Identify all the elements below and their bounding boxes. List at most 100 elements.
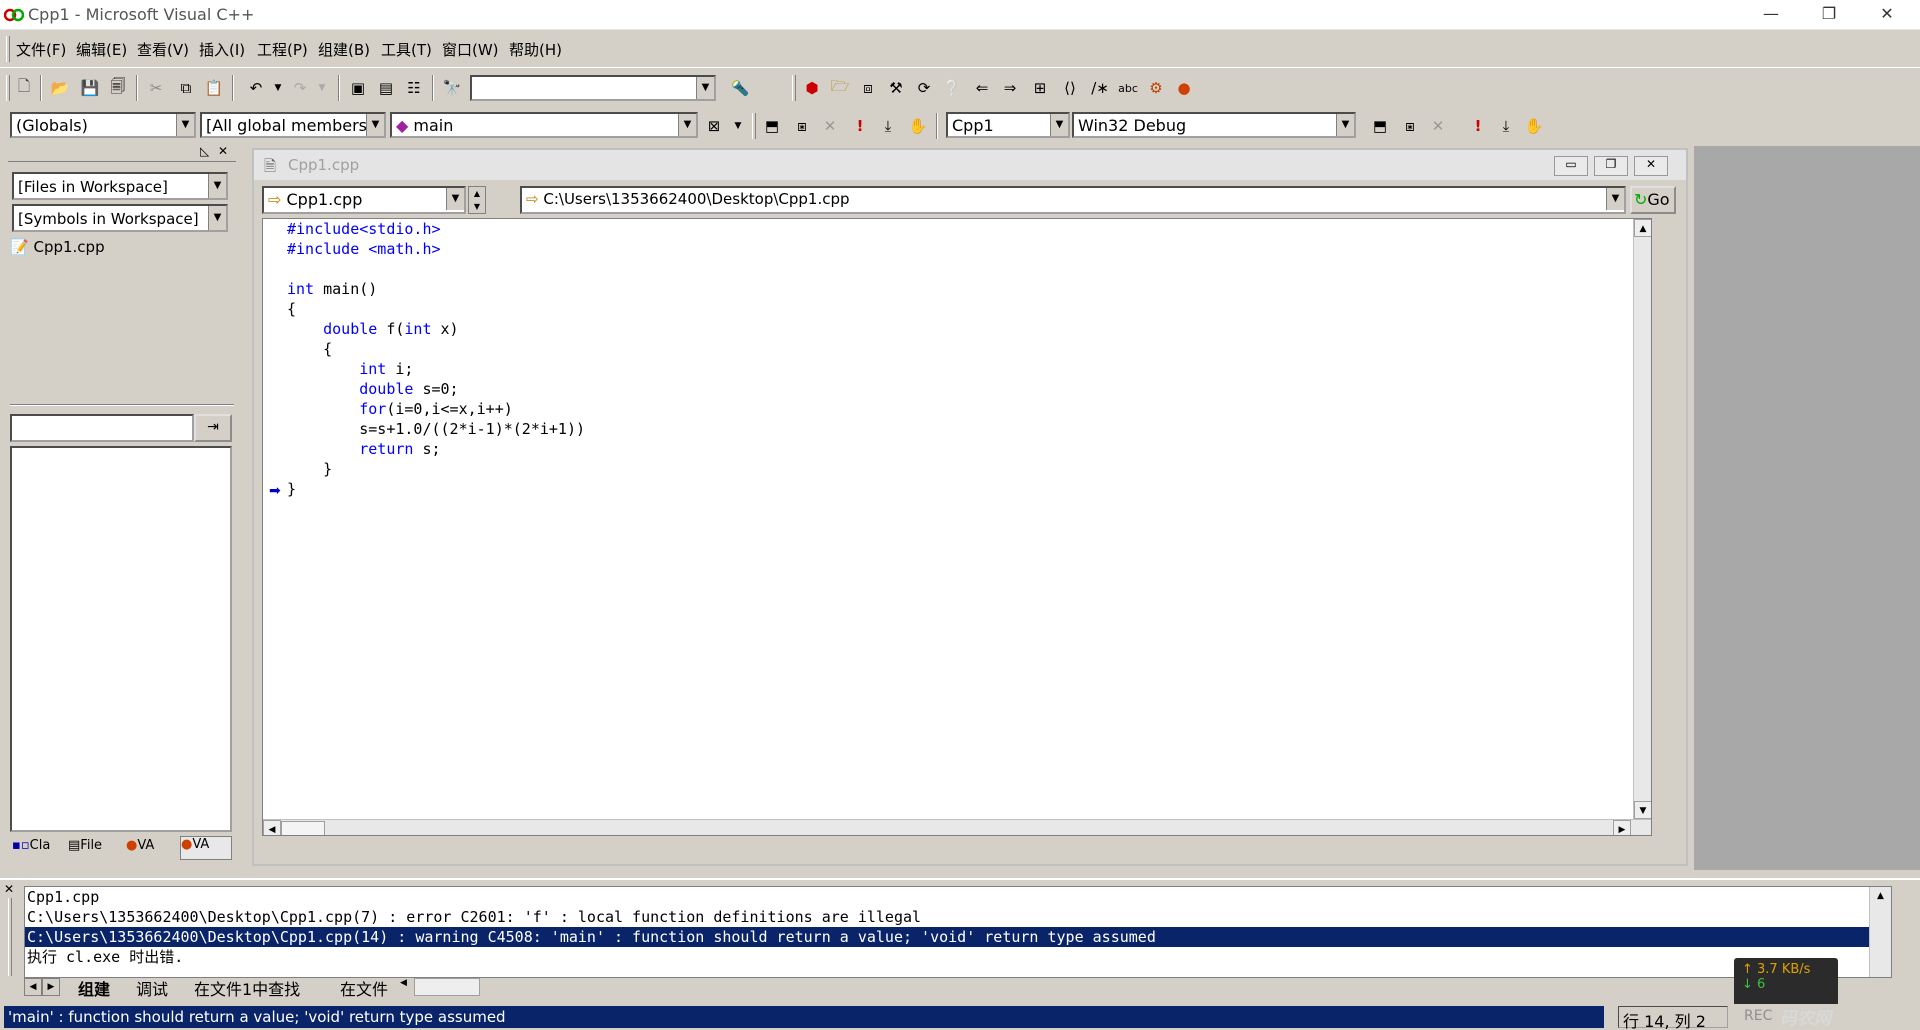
files-combo[interactable]: [Files in Workspace] ▼	[12, 172, 228, 200]
tab-scrollbar[interactable]	[414, 978, 480, 996]
go-debug-icon-2[interactable]: ⤓	[1494, 114, 1518, 138]
class-wizard-icon[interactable]: ⧈	[856, 76, 880, 100]
window-list-icon[interactable]: ☷	[402, 76, 426, 100]
go-button[interactable]: ↻Go	[1630, 186, 1676, 214]
horizontal-scrollbar[interactable]: ◀ ▶	[263, 819, 1651, 835]
tab-find-in-files-2[interactable]: 在文件	[340, 976, 388, 1000]
chevron-down-icon[interactable]: ▼	[446, 188, 464, 210]
scroll-thumb[interactable]	[281, 821, 325, 835]
chevron-down-icon[interactable]: ▼	[366, 114, 384, 136]
path-combo[interactable]: ⇨ C:\Users\1353662400\Desktop\Cpp1.cpp ▼	[520, 186, 1626, 214]
tab-scroll-right-icon[interactable]: ▶	[42, 978, 60, 996]
tab-build[interactable]: 组建	[78, 976, 110, 1000]
chevron-down-icon[interactable]: ▼	[1606, 188, 1624, 210]
find-combo[interactable]: ▼	[470, 75, 716, 101]
menu-view[interactable]: 查看(V)	[137, 39, 189, 60]
close-icon[interactable]: ✕	[4, 882, 14, 896]
filter-combo[interactable]: [All global members ▼	[200, 112, 386, 138]
menu-build[interactable]: 组建(B)	[318, 39, 370, 60]
file-nav-combo[interactable]: ⇨ Cpp1.cpp ▼	[262, 186, 466, 214]
menu-file[interactable]: 文件(F)	[16, 39, 66, 60]
open-bracket-icon[interactable]: ⟨⟩	[1058, 76, 1082, 100]
editor-minimize-button[interactable]: ▭	[1554, 156, 1588, 176]
tab-debug[interactable]: 调试	[136, 976, 168, 1000]
tab-scroll-left-icon[interactable]: ◀	[24, 978, 42, 996]
new-file-icon[interactable]: 🗋	[12, 76, 36, 100]
close-button[interactable]: ✕	[1858, 0, 1916, 30]
browse-icon[interactable]: ⊞	[1028, 76, 1052, 100]
va-search-input[interactable]	[10, 414, 194, 442]
chevron-down-icon[interactable]: ▼	[696, 77, 714, 99]
save-all-icon[interactable]: 🗐	[106, 76, 130, 100]
output-vertical-scrollbar[interactable]: ▲	[1869, 887, 1891, 977]
spell-check-icon[interactable]: abc	[1116, 76, 1140, 100]
compile-icon-2[interactable]: ⬒	[1368, 114, 1392, 138]
wizard-action-icon[interactable]: ⊠	[702, 114, 726, 138]
resize-icon[interactable]: ◺	[200, 144, 209, 158]
open-workspace-icon[interactable]: 🗁	[828, 76, 852, 100]
editor-maximize-button[interactable]: ❐	[1594, 156, 1628, 176]
output-text[interactable]: Cpp1.cpp C:\Users\1353662400\Desktop\Cpp…	[24, 886, 1892, 978]
find-in-files-icon[interactable]: 🔭	[440, 76, 464, 100]
forward-arrow-icon[interactable]: ⇒	[998, 76, 1022, 100]
wizard-bar-icon[interactable]: ⬢	[800, 76, 824, 100]
find-icon[interactable]: 🔦	[728, 76, 752, 100]
execute-icon[interactable]: !	[848, 114, 872, 138]
chevron-down-icon[interactable]: ▼	[1050, 114, 1068, 136]
menu-help[interactable]: 帮助(H)	[509, 39, 562, 60]
project-combo[interactable]: Cpp1 ▼	[946, 112, 1070, 138]
tab-va-outline[interactable]: ●VA	[126, 838, 180, 860]
go-debug-icon[interactable]: ⤓	[876, 114, 900, 138]
menu-tools[interactable]: 工具(T)	[381, 39, 432, 60]
copy-icon[interactable]: ⧉	[174, 76, 198, 100]
output-window-icon[interactable]: ▤	[374, 76, 398, 100]
chevron-down-icon[interactable]: ▼	[208, 206, 226, 230]
build-icon[interactable]: ⧆	[790, 114, 814, 138]
scroll-down-icon[interactable]: ▼	[1634, 801, 1651, 819]
menu-edit[interactable]: 编辑(E)	[76, 39, 127, 60]
close-icon[interactable]: ✕	[218, 144, 228, 158]
chevron-down-icon[interactable]: ▼	[678, 114, 696, 136]
wizard-dropdown-icon[interactable]: ▼	[726, 114, 750, 138]
undo-icon[interactable]: ↶	[244, 76, 268, 100]
redo-icon[interactable]: ↷	[288, 76, 312, 100]
chevron-down-icon[interactable]: ▼	[176, 114, 194, 136]
tab-va-view[interactable]: ●VA	[180, 836, 232, 860]
build-icon-2[interactable]: ⧆	[1398, 114, 1422, 138]
menu-insert[interactable]: 插入(I)	[199, 39, 245, 60]
config-combo[interactable]: Win32 Debug ▼	[1072, 112, 1356, 138]
execute-icon-2[interactable]: !	[1466, 114, 1490, 138]
scroll-right-icon[interactable]: ▶	[1613, 820, 1631, 835]
options-icon[interactable]: ⚙	[1144, 76, 1168, 100]
va-list[interactable]	[10, 446, 232, 832]
cut-icon[interactable]: ✂	[144, 76, 168, 100]
code-editor[interactable]: #include<stdio.h> #include <math.h> int …	[262, 218, 1652, 836]
pin-icon[interactable]: ⇥	[194, 414, 232, 442]
refresh-icon[interactable]: ⟳	[912, 76, 936, 100]
symbols-combo[interactable]: [Symbols in Workspace] ▼	[12, 204, 228, 232]
scroll-left-icon[interactable]: ◀	[263, 820, 281, 835]
stop-build-icon[interactable]: ✕	[818, 114, 842, 138]
scroll-left-icon[interactable]: ◀	[400, 978, 407, 988]
editor-gutter[interactable]	[263, 219, 287, 835]
paste-icon[interactable]: 📋	[202, 76, 226, 100]
minimize-button[interactable]: —	[1742, 0, 1800, 30]
chevron-down-icon[interactable]: ▼	[1336, 114, 1354, 136]
editor-close-button[interactable]: ✕	[1634, 156, 1668, 176]
tools-icon[interactable]: ⚒	[884, 76, 908, 100]
tomato-icon[interactable]: ●	[1172, 76, 1196, 100]
tab-classview[interactable]: ▪▫Cla	[12, 838, 66, 860]
tab-find-in-files-1[interactable]: 在文件1中查找	[194, 976, 300, 1000]
tab-fileview[interactable]: ▤File	[68, 838, 122, 860]
chevron-down-icon[interactable]: ▼	[208, 174, 226, 198]
stop-build-icon-2[interactable]: ✕	[1426, 114, 1450, 138]
class-combo[interactable]: (Globals) ▼	[10, 112, 196, 138]
restore-button[interactable]: ❐	[1800, 0, 1858, 30]
workspace-window-icon[interactable]: ▣	[346, 76, 370, 100]
menu-project[interactable]: 工程(P)	[257, 39, 308, 60]
breakpoint-hand-icon[interactable]: ✋	[906, 114, 930, 138]
breakpoint-hand-icon-2[interactable]: ✋	[1522, 114, 1546, 138]
vertical-scrollbar[interactable]: ▲ ▼	[1633, 219, 1651, 819]
redo-dropdown-icon[interactable]: ▼	[310, 76, 334, 100]
bookmark-icon[interactable]: ❔	[940, 76, 964, 100]
